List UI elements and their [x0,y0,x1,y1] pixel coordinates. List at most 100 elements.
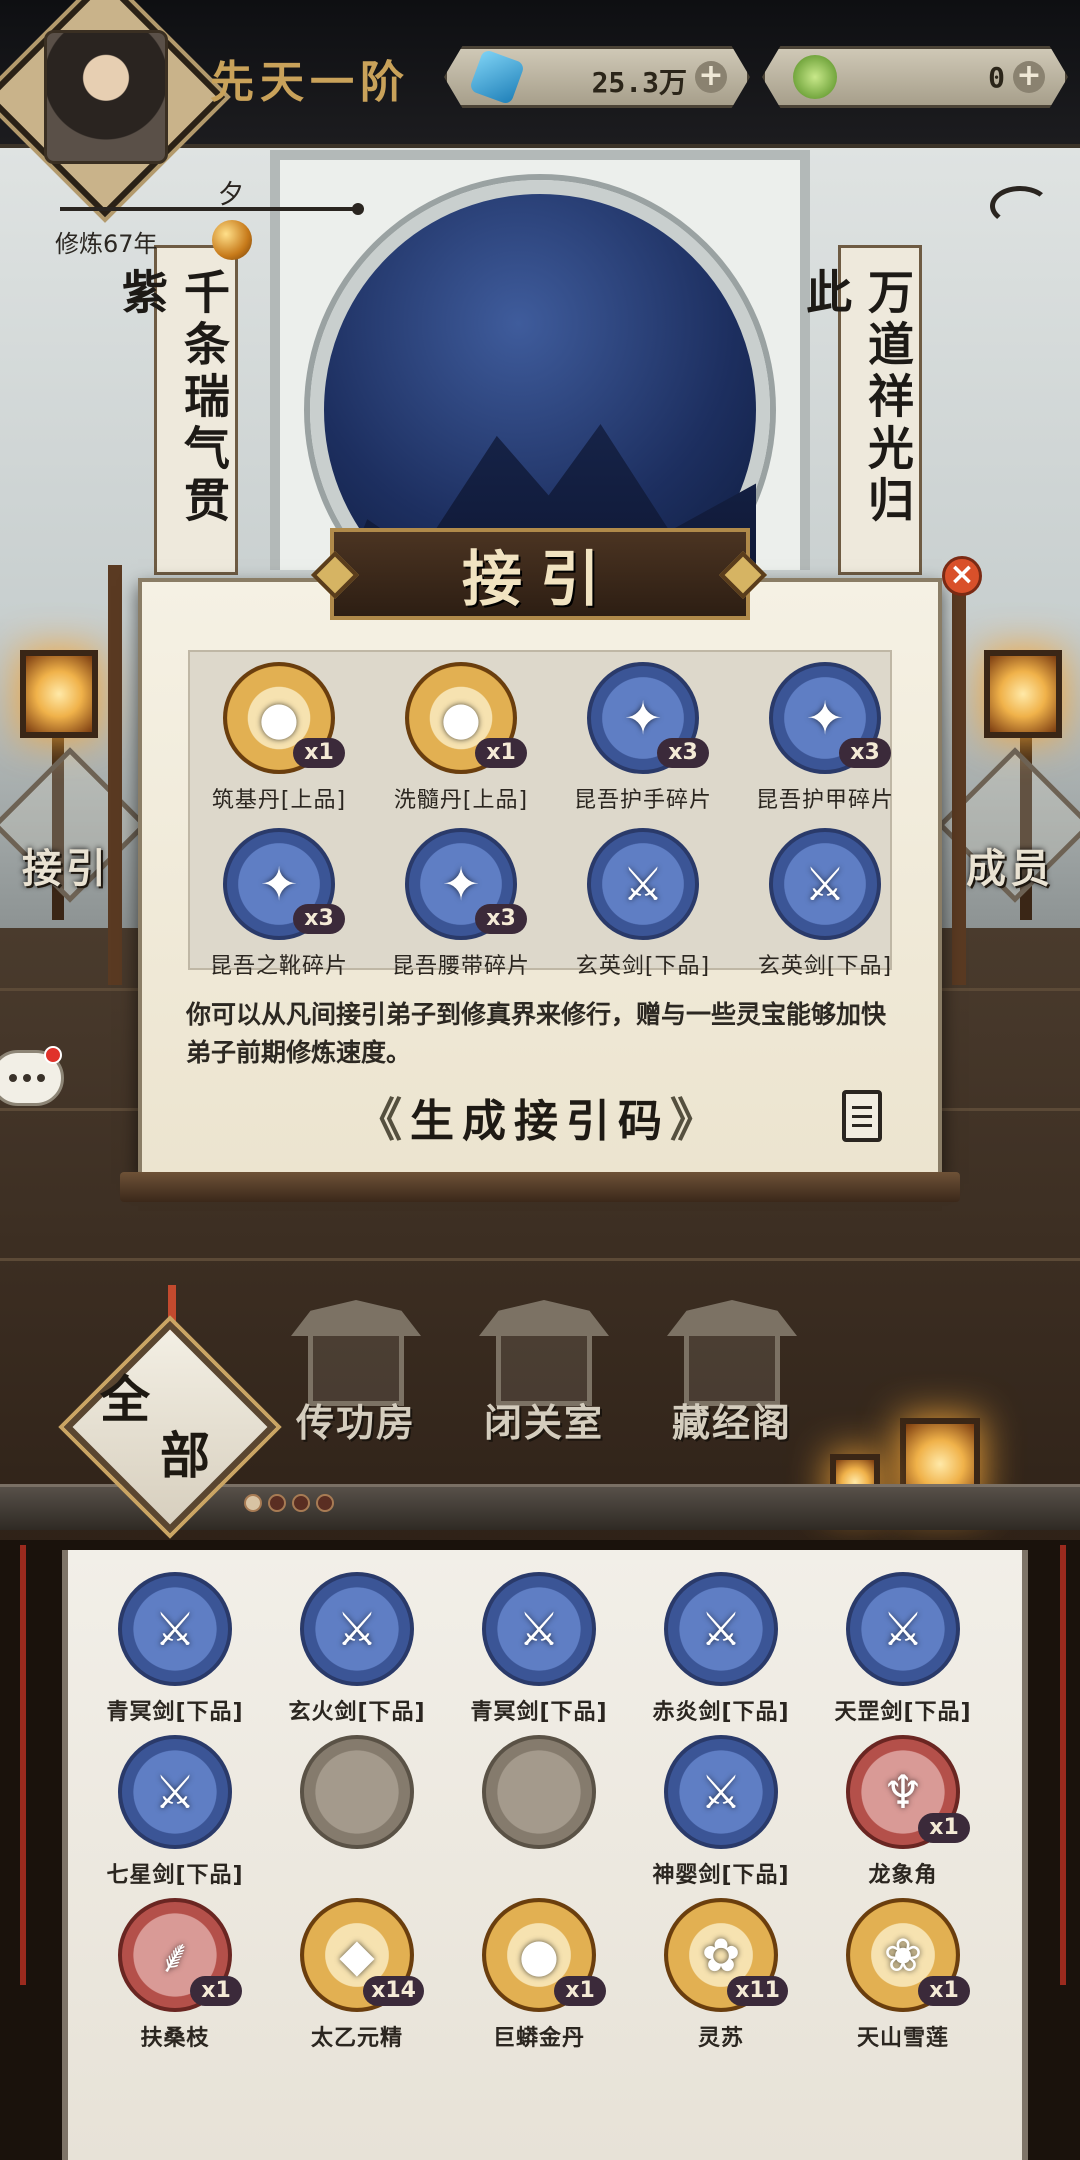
close-button[interactable]: × [942,556,982,596]
player-name: 夕 [218,180,245,210]
inventory-item[interactable]: ⚔ 天罡剑[下品] [812,1572,994,1735]
boots-fragment-icon[interactable]: ✦ x3 [223,828,345,940]
building-retreat-room[interactable]: 闭关室 [474,1300,614,1460]
page-dot[interactable] [244,1494,262,1512]
belt-fragment-icon[interactable]: ✦ x3 [405,828,527,940]
item-label: 七星剑[下品] [106,1863,244,1888]
armor-fragment-icon[interactable]: ✦ x3 [769,662,891,774]
jade-coin-icon [793,55,837,99]
spirit-stone-counter: 25.3万 + [444,46,750,108]
pill-bowl-icon[interactable]: ● x1 [223,662,345,774]
herb-icon[interactable]: ✿ x11 [664,1898,788,2012]
building-roof-icon [291,1300,421,1336]
modal-description: 你可以从凡间接引弟子到修真界来修行，赠与一些灵宝能够加快弟子前期修炼速度。 [186,1000,887,1067]
members-nav-label[interactable]: 成员 [966,836,1054,894]
reward-item[interactable]: ⚔ 玄英剑[下品] [734,828,916,994]
building-training-hall[interactable]: 传功房 [286,1300,426,1460]
building-roof-icon [479,1300,609,1336]
filter-tab-label[interactable]: 全 部 [100,1372,240,1484]
empty-slot-icon[interactable] [482,1735,596,1849]
add-jade-coin-button[interactable]: + [1013,61,1045,93]
item-label: 巨蟒金丹 [492,2026,585,2051]
item-label: 玄火剑[下品] [288,1700,426,1725]
reward-item[interactable]: ● x1 洗髓丹[上品] [370,662,552,828]
inventory-item[interactable] [448,1735,630,1898]
inventory-item[interactable]: ⸙ x1 扶桑枝 [84,1898,266,2061]
building-library[interactable]: 藏经阁 [662,1300,802,1460]
inventory-item[interactable]: ⚔ 青冥剑[下品] [448,1572,630,1735]
item-glyph: ✿ [701,1928,741,1982]
item-glyph: ⸙ [157,1929,193,1983]
star-sword-icon[interactable]: ⚔ [118,1735,232,1849]
spirit-stone-icon [468,48,526,106]
empty-slot-icon[interactable] [300,1735,414,1849]
gauntlet-fragment-icon[interactable]: ✦ x3 [587,662,709,774]
item-glyph: ⚔ [700,1765,742,1819]
item-label: 天山雪莲 [856,2026,949,2051]
item-label: 昆吾护手碎片 [573,788,712,813]
quantity-badge: x3 [293,904,345,934]
lotus-icon[interactable]: ❀ x1 [846,1898,970,2012]
cultivation-orb-icon[interactable] [212,220,252,260]
chevron-left-icon: 《 [356,1093,410,1147]
page-dot[interactable] [268,1494,286,1512]
generate-code-button[interactable]: 《 生成接引码 》 [350,1082,730,1152]
inventory-item[interactable]: ❀ x1 天山雪莲 [812,1898,994,2061]
page-dot[interactable] [292,1494,310,1512]
horn-icon[interactable]: ♆ x1 [846,1735,970,1849]
item-label: 灵苏 [697,2026,744,2051]
sword-icon[interactable]: ⚔ [587,828,699,940]
reward-item[interactable]: ✦ x3 昆吾腰带碎片 [370,828,552,994]
modal-rod-left [108,565,122,985]
inventory-item[interactable]: ♆ x1 龙象角 [812,1735,994,1898]
quantity-badge: x3 [657,738,709,768]
quantity-badge: x3 [839,738,891,768]
modal-bottom-rod [120,1172,960,1202]
gold-sword-icon[interactable]: ⚔ [846,1572,960,1686]
fire-sword-icon[interactable]: ⚔ [300,1572,414,1686]
inventory-item[interactable]: ◆ x14 太乙元精 [266,1898,448,2061]
cultivation-years: 修炼67年 [55,230,158,258]
cloud-ornament-icon [990,186,1050,226]
reward-item[interactable]: ✦ x3 昆吾护手碎片 [552,662,734,828]
item-glyph: ⚔ [518,1602,560,1656]
inventory-item[interactable]: ⚔ 神婴剑[下品] [630,1735,812,1898]
reward-item[interactable]: ✦ x3 昆吾之靴碎片 [188,828,370,994]
dark-sword-icon[interactable]: ⚔ [664,1735,778,1849]
branch-icon[interactable]: ⸙ x1 [118,1898,242,2012]
page-dot[interactable] [316,1494,334,1512]
item-label: 洗髓丹[上品] [393,788,529,813]
inventory-item[interactable]: ⚔ 玄火剑[下品] [266,1572,448,1735]
item-label: 昆吾腰带碎片 [391,954,530,979]
add-spirit-stone-button[interactable]: + [695,61,727,93]
item-glyph: ● [258,691,300,745]
inventory-item[interactable]: ⚔ 七星剑[下品] [84,1735,266,1898]
game-screen: 千条瑞气贯紫 万道祥光归此 接引 成员 先天一阶 25.3万 + 0 + 夕 修… [0,0,1080,2160]
left-couplet: 千条瑞气贯紫 [115,245,238,575]
purple-sword-icon[interactable]: ⚔ [482,1572,596,1686]
lantern [984,650,1062,738]
quantity-badge: x1 [475,738,527,768]
filter-tab-label-top: 全 [100,1370,150,1429]
reward-item[interactable]: ⚔ 玄英剑[下品] [552,828,734,994]
sword-icon[interactable]: ⚔ [769,828,881,940]
pearl-icon[interactable]: ● x1 [482,1898,606,2012]
inventory-item[interactable] [266,1735,448,1898]
flame-sword-icon[interactable]: ⚔ [664,1572,778,1686]
reward-grid: ● x1 筑基丹[上品] ● x1 洗髓丹[上品] ✦ x3 昆吾护手碎片 ✦ x3 昆吾护甲碎片 ✦ x… [188,662,908,994]
item-label: 扶桑枝 [140,2026,210,2051]
item-glyph: ✦ [441,857,481,911]
purple-pill-icon[interactable]: ● x1 [405,662,527,774]
player-avatar[interactable] [44,30,168,164]
inventory-item[interactable]: ✿ x11 灵苏 [630,1898,812,2061]
reward-item[interactable]: ✦ x3 昆吾护甲碎片 [734,662,916,828]
crystal-icon[interactable]: ◆ x14 [300,1898,424,2012]
inventory-item[interactable]: ⚔ 赤炎剑[下品] [630,1572,812,1735]
quantity-badge: x3 [475,904,527,934]
inventory-item[interactable]: ● x1 巨蟒金丹 [448,1898,630,2061]
recruit-nav-label[interactable]: 接引 [22,836,110,894]
inventory-item[interactable]: ⚔ 青冥剑[下品] [84,1572,266,1735]
document-icon[interactable] [842,1090,882,1142]
purple-sword-icon[interactable]: ⚔ [118,1572,232,1686]
reward-item[interactable]: ● x1 筑基丹[上品] [188,662,370,828]
